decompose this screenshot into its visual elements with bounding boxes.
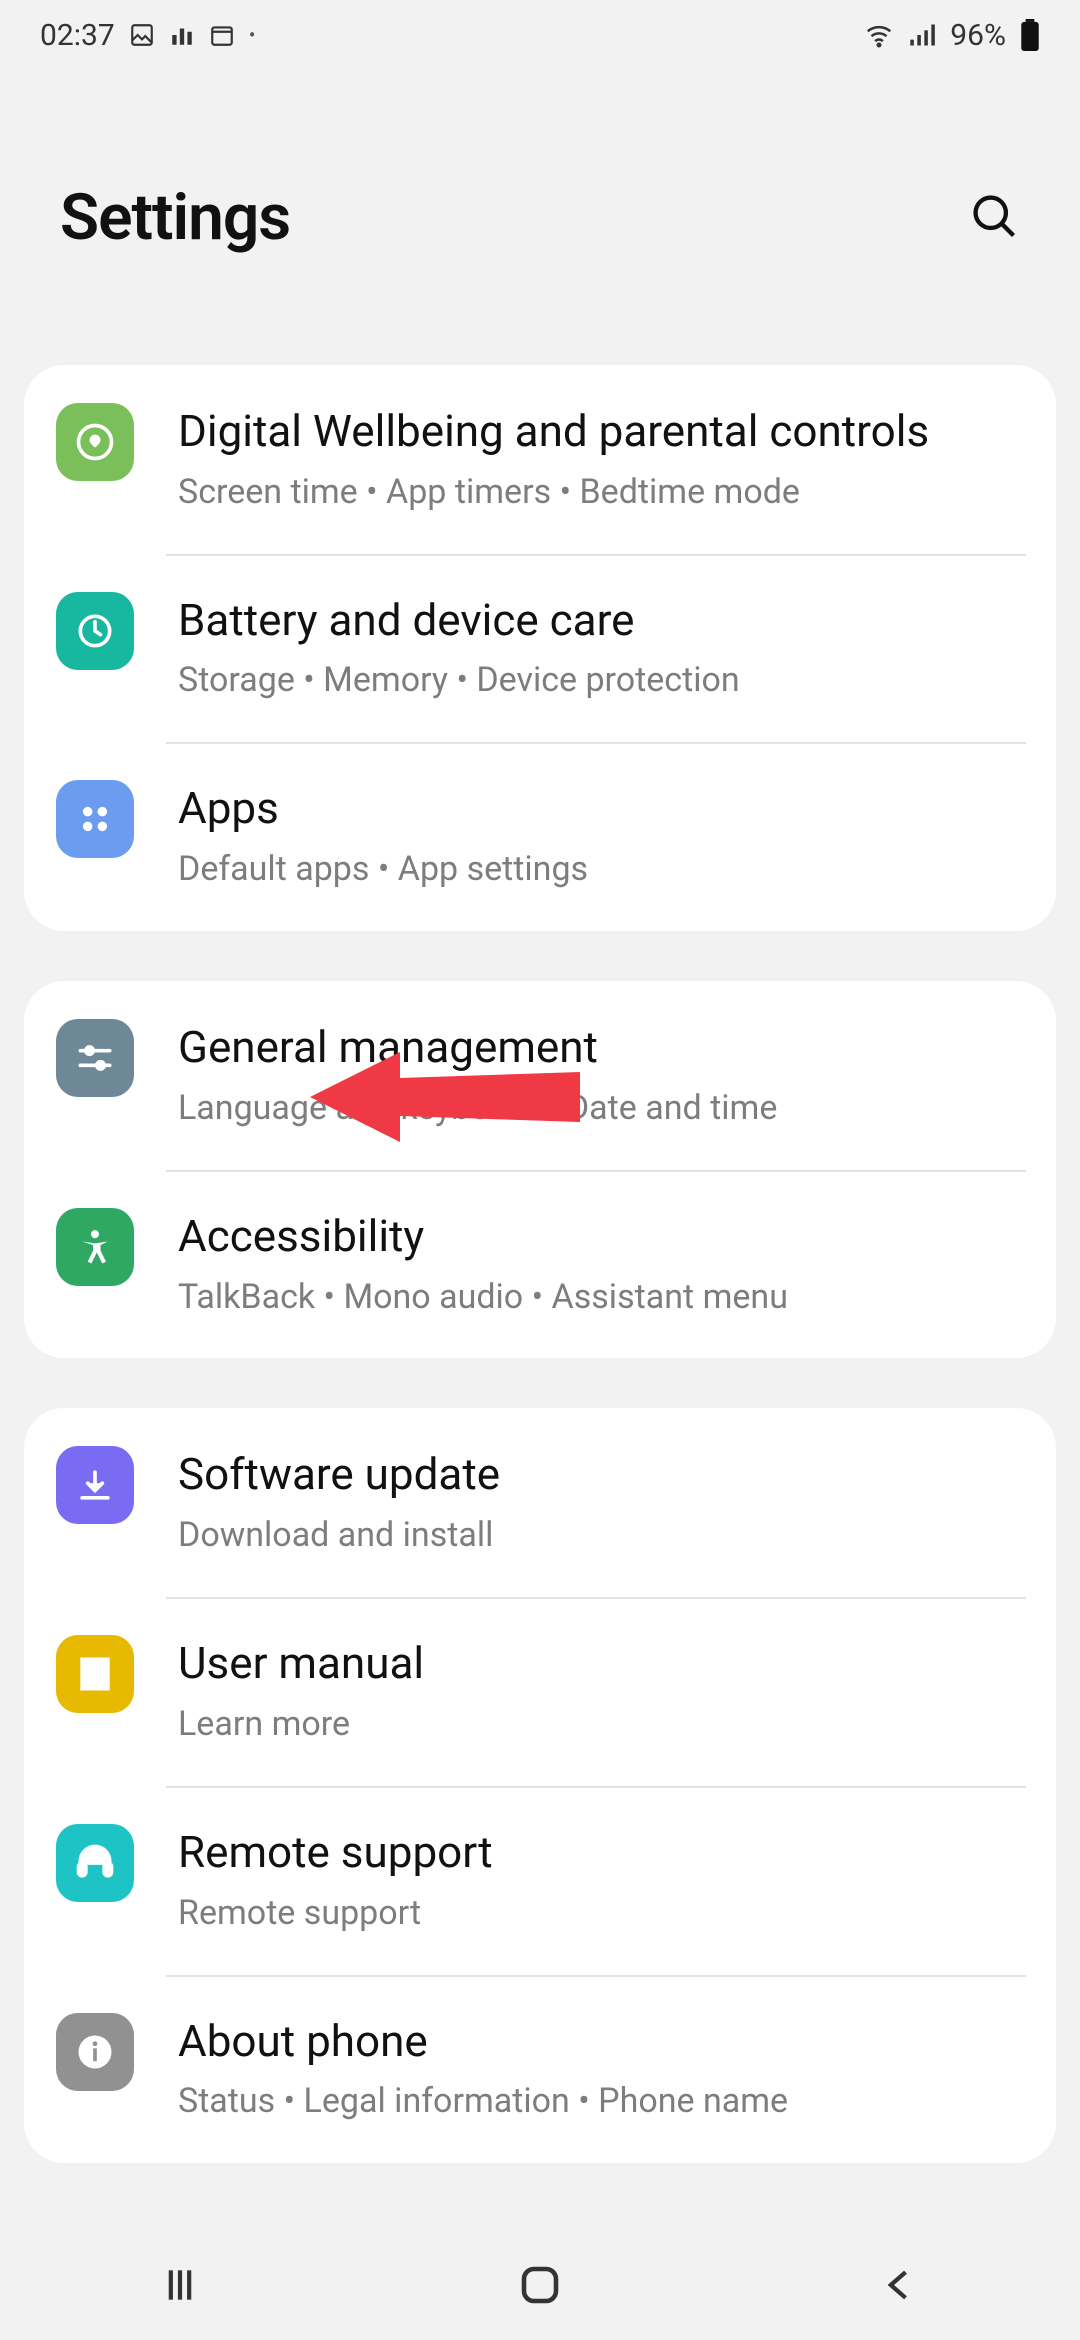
page-header: Settings: [0, 70, 1080, 365]
status-bar: 02:37 • 96%: [0, 0, 1080, 70]
row-subtitle: Learn more: [178, 1702, 1026, 1748]
support-icon: [56, 1824, 134, 1902]
settings-row-about[interactable]: About phone Status • Legal information • …: [24, 1975, 1056, 2164]
row-subtitle: Remote support: [178, 1891, 1026, 1937]
settings-row-accessibility[interactable]: Accessibility TalkBack • Mono audio • Ass…: [24, 1170, 1056, 1359]
settings-row-general[interactable]: General management Language and keyboard …: [24, 981, 1056, 1170]
care-icon: [56, 592, 134, 670]
status-battery-text: 96%: [950, 18, 1006, 53]
settings-row-support[interactable]: Remote support Remote support: [24, 1786, 1056, 1975]
row-body: About phone Status • Legal information • …: [178, 2013, 1026, 2126]
back-button[interactable]: [865, 2250, 935, 2320]
settings-row-wellbeing[interactable]: Digital Wellbeing and parental controls S…: [24, 365, 1056, 554]
row-body: Software update Download and install: [178, 1446, 1026, 1559]
row-title: Digital Wellbeing and parental controls: [178, 405, 1026, 458]
search-icon: [968, 190, 1020, 242]
row-body: Remote support Remote support: [178, 1824, 1026, 1937]
status-left: 02:37 •: [40, 18, 255, 53]
row-subtitle: Download and install: [178, 1513, 1026, 1559]
row-title: About phone: [178, 2015, 1026, 2068]
settings-row-care[interactable]: Battery and device care Storage • Memory …: [24, 554, 1056, 743]
settings-group: Digital Wellbeing and parental controls S…: [24, 365, 1056, 931]
row-body: Digital Wellbeing and parental controls S…: [178, 403, 1026, 516]
wellbeing-icon: [56, 403, 134, 481]
row-subtitle: Language and keyboard • Date and time: [178, 1086, 1026, 1132]
manual-icon: ?: [56, 1635, 134, 1713]
home-icon: [516, 2261, 564, 2309]
row-body: Accessibility TalkBack • Mono audio • Ass…: [178, 1208, 1026, 1321]
row-body: User manual Learn more: [178, 1635, 1026, 1748]
row-subtitle: Status • Legal information • Phone name: [178, 2079, 1026, 2125]
accessibility-icon: [56, 1208, 134, 1286]
search-button[interactable]: [968, 190, 1020, 246]
home-button[interactable]: [505, 2250, 575, 2320]
row-subtitle: Storage • Memory • Device protection: [178, 658, 1026, 704]
row-title: Software update: [178, 1448, 1026, 1501]
wifi-icon: [864, 20, 894, 50]
general-icon: [56, 1019, 134, 1097]
row-title: Battery and device care: [178, 594, 1026, 647]
battery-icon: [1020, 19, 1040, 51]
system-navbar: [0, 2230, 1080, 2340]
row-subtitle: Screen time • App timers • Bedtime mode: [178, 470, 1026, 516]
about-icon: [56, 2013, 134, 2091]
recents-icon: [158, 2263, 202, 2307]
settings-group: Software update Download and install? User…: [24, 1408, 1056, 2163]
settings-row-manual[interactable]: ? User manual Learn more: [24, 1597, 1056, 1786]
apps-icon: [56, 780, 134, 858]
back-icon: [878, 2263, 922, 2307]
status-time: 02:37: [40, 18, 115, 53]
row-subtitle: Default apps • App settings: [178, 847, 1026, 893]
row-body: General management Language and keyboard …: [178, 1019, 1026, 1132]
row-title: User manual: [178, 1637, 1026, 1690]
row-body: Apps Default apps • App settings: [178, 780, 1026, 893]
row-title: General management: [178, 1021, 1026, 1074]
status-right: 96%: [864, 18, 1040, 53]
update-icon: [56, 1446, 134, 1524]
row-title: Remote support: [178, 1826, 1026, 1879]
chart-icon: [169, 22, 195, 48]
picture-icon: [129, 22, 155, 48]
svg-text:?: ?: [98, 1666, 106, 1685]
page-title: Settings: [60, 180, 290, 255]
row-subtitle: TalkBack • Mono audio • Assistant menu: [178, 1275, 1026, 1321]
signal-icon: [908, 21, 936, 49]
row-title: Apps: [178, 782, 1026, 835]
row-title: Accessibility: [178, 1210, 1026, 1263]
settings-row-update[interactable]: Software update Download and install: [24, 1408, 1056, 1597]
settings-group: General management Language and keyboard …: [24, 981, 1056, 1358]
row-body: Battery and device care Storage • Memory …: [178, 592, 1026, 705]
settings-list: Digital Wellbeing and parental controls S…: [0, 365, 1080, 2163]
dot-icon: •: [249, 23, 256, 47]
settings-row-apps[interactable]: Apps Default apps • App settings: [24, 742, 1056, 931]
recents-button[interactable]: [145, 2250, 215, 2320]
calendar-icon: [209, 22, 235, 48]
